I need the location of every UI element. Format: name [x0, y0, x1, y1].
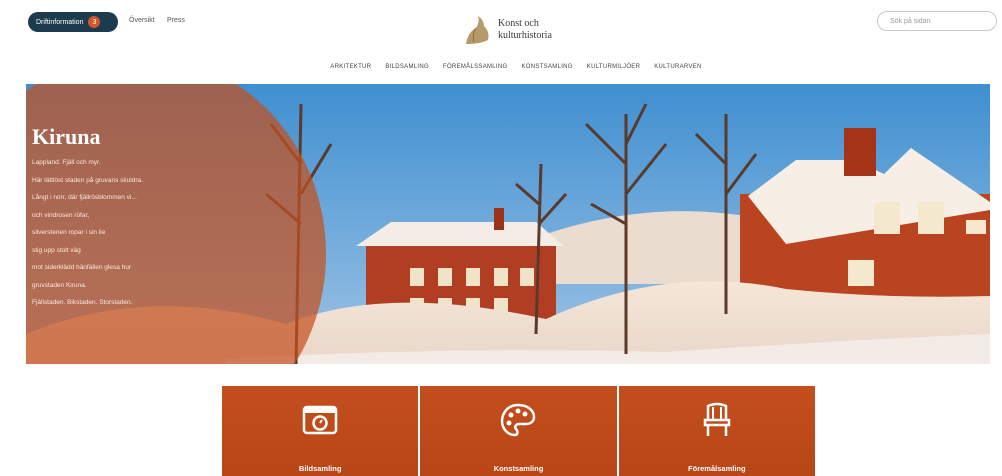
bird-logo-icon — [466, 16, 489, 44]
nav-item-konstsamling[interactable]: KONSTSAMLING — [522, 64, 573, 70]
hero-line: stig upp stolt väg — [32, 246, 81, 254]
info-button-label: Driftinformation — [36, 18, 84, 26]
nav-item-arkitektur[interactable]: ARKITEKTUR — [330, 64, 371, 70]
hero-banner: Kiruna Lappland. Fjäll och myr. Här lätt… — [26, 84, 990, 364]
card-label-foremalsamling: Föremålsamling — [688, 464, 746, 473]
hero-line: och vindrosen röfar, — [32, 211, 90, 219]
top-link-overview[interactable]: Översikt — [129, 17, 155, 24]
site-logo[interactable]: Konst och kulturhistoria — [462, 14, 552, 46]
hero-line: mot siderklädd hänfällen glesa hur — [32, 264, 132, 271]
hero-line: silverstenen ropar i sin lie — [32, 229, 106, 236]
search-input[interactable]: Sök på sidan — [877, 11, 997, 31]
palette-icon — [498, 400, 538, 440]
info-button[interactable]: Driftinformation 3 — [28, 12, 118, 32]
main-nav: ARKITEKTUR BILDSAMLING FÖREMÅLSSAMLING K… — [0, 64, 1002, 70]
nav-item-kulturarven[interactable]: KULTURARVEN — [654, 64, 701, 70]
search-placeholder: Sök på sidan — [890, 17, 931, 25]
card-konstsamling[interactable]: Konstsamling — [420, 386, 617, 476]
hero-line: Långt i norr, där fjällrösblommen vi... — [32, 194, 137, 201]
hero-title: Kiruna — [32, 124, 101, 149]
card-label-bildsamling: Bildsamling — [298, 464, 342, 473]
nav-item-kulturmiljoer[interactable]: KULTURMILJÖER — [587, 64, 640, 70]
hero-text-block: Kiruna Lappland. Fjäll och myr. Här lätt… — [32, 124, 242, 312]
logo-text-line2: kulturhistoria — [498, 30, 552, 41]
photo-frame-icon — [300, 400, 340, 440]
hero-line: Lappland. Fjäll och myr. — [32, 159, 101, 166]
collection-cards: Bildsamling Konstsamling Föremålsamling — [222, 386, 815, 476]
info-count-badge: 3 — [88, 16, 101, 28]
hero-line: gruvstaden Kiruna. — [32, 281, 87, 289]
card-bildsamling[interactable]: Bildsamling — [222, 386, 419, 476]
site-header: Driftinformation 3 Översikt Press Konst … — [0, 0, 1002, 80]
chair-icon — [697, 400, 737, 440]
card-label-konstsamling: Konstsamling — [493, 464, 544, 473]
hero-line: Här lättlöst staden på gruvans skuldra. — [32, 176, 143, 184]
top-link-press[interactable]: Press — [167, 17, 185, 24]
hero-line: Fjällstaden. Bikstaden. Storstaden. — [32, 299, 133, 306]
nav-item-bildsamling[interactable]: BILDSAMLING — [385, 64, 429, 70]
logo-text-line1: Konst och — [498, 18, 539, 29]
card-foremalsamling[interactable]: Föremålsamling — [618, 386, 815, 476]
nav-item-foremalssamling[interactable]: FÖREMÅLSSAMLING — [443, 64, 508, 70]
